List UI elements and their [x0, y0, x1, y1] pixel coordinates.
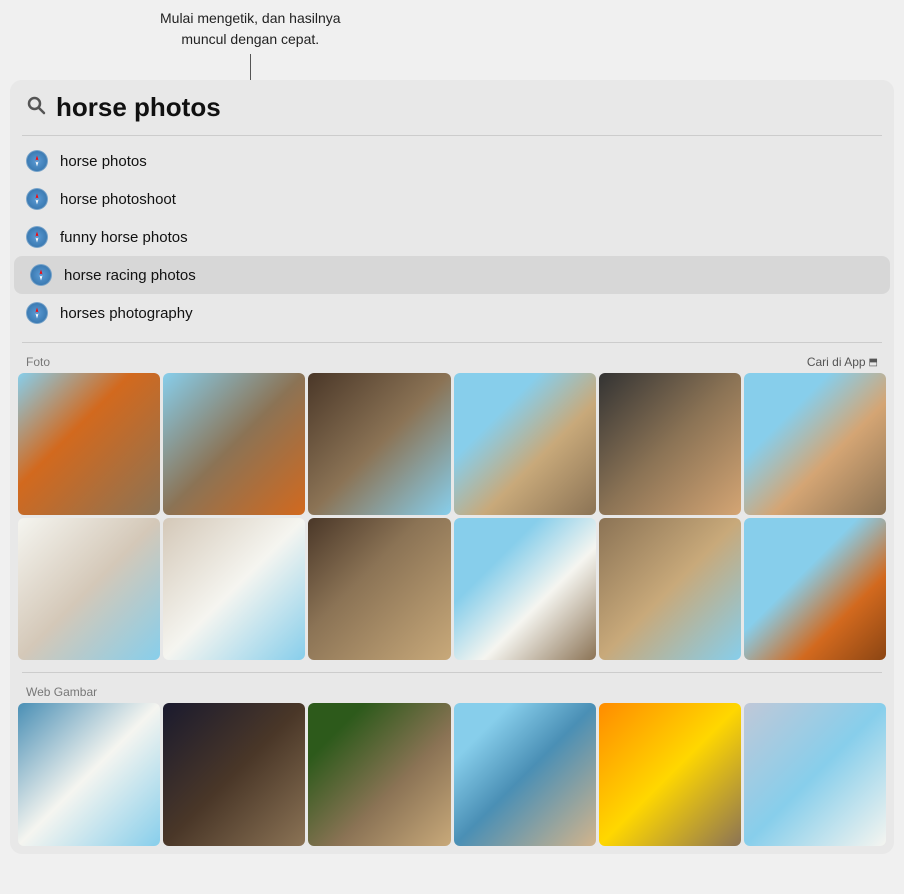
search-in-app-label: Cari di App [807, 355, 866, 369]
photos-section-header: Foto Cari di App ⬒ [10, 347, 894, 373]
compass-needle [31, 307, 44, 320]
photo-cell[interactable] [18, 518, 160, 660]
section-divider-2 [22, 672, 882, 673]
photo-cell[interactable] [163, 518, 305, 660]
safari-icon [26, 302, 48, 324]
photo-cell[interactable] [744, 373, 886, 515]
web-images-grid [10, 703, 894, 853]
photo-cell[interactable] [599, 373, 741, 515]
suggestion-text: horse racing photos [64, 267, 196, 284]
compass-needle [31, 155, 44, 168]
web-image-cell[interactable] [163, 703, 305, 845]
suggestion-item[interactable]: horse photos [10, 142, 894, 180]
search-icon [26, 95, 46, 120]
suggestion-item[interactable]: horse racing photos [14, 256, 890, 294]
suggestions-list: horse photos horse photoshoot [10, 136, 894, 338]
web-images-section: Web Gambar [10, 677, 894, 853]
search-input[interactable] [56, 92, 878, 123]
suggestion-text: horse photos [60, 153, 147, 170]
photos-grid [10, 373, 894, 668]
photo-cell[interactable] [18, 373, 160, 515]
search-in-app-button[interactable]: Cari di App ⬒ [807, 355, 878, 369]
web-image-cell[interactable] [744, 703, 886, 845]
suggestion-text: horse photoshoot [60, 191, 176, 208]
photo-cell[interactable] [454, 373, 596, 515]
suggestion-text: funny horse photos [60, 229, 188, 246]
web-image-cell[interactable] [18, 703, 160, 845]
suggestion-item[interactable]: funny horse photos [10, 218, 894, 256]
web-images-section-title: Web Gambar [26, 685, 97, 699]
photos-section-title: Foto [26, 355, 50, 369]
photo-cell[interactable] [308, 373, 450, 515]
photo-cell[interactable] [599, 518, 741, 660]
section-divider-1 [22, 342, 882, 343]
suggestion-text: horses photography [60, 305, 193, 322]
search-bar [10, 80, 894, 135]
tooltip-line1: Mulai mengetik, dan hasilnya [160, 8, 341, 29]
suggestion-item[interactable]: horse photoshoot [10, 180, 894, 218]
web-images-section-header: Web Gambar [10, 677, 894, 703]
compass-needle [31, 231, 44, 244]
photos-section: Foto Cari di App ⬒ [10, 347, 894, 668]
compass-needle [31, 193, 44, 206]
safari-icon [30, 264, 52, 286]
spotlight-panel: horse photos horse photoshoot [10, 80, 894, 854]
external-link-icon: ⬒ [869, 357, 878, 368]
web-image-cell[interactable] [308, 703, 450, 845]
compass-needle [35, 269, 48, 282]
safari-icon [26, 150, 48, 172]
tooltip-line2: muncul dengan cepat. [160, 29, 341, 50]
web-image-cell[interactable] [454, 703, 596, 845]
safari-icon [26, 188, 48, 210]
photo-cell[interactable] [163, 373, 305, 515]
web-image-cell[interactable] [599, 703, 741, 845]
photo-cell[interactable] [454, 518, 596, 660]
photo-cell[interactable] [308, 518, 450, 660]
safari-icon [26, 226, 48, 248]
photo-cell[interactable] [744, 518, 886, 660]
suggestion-item[interactable]: horses photography [10, 294, 894, 332]
